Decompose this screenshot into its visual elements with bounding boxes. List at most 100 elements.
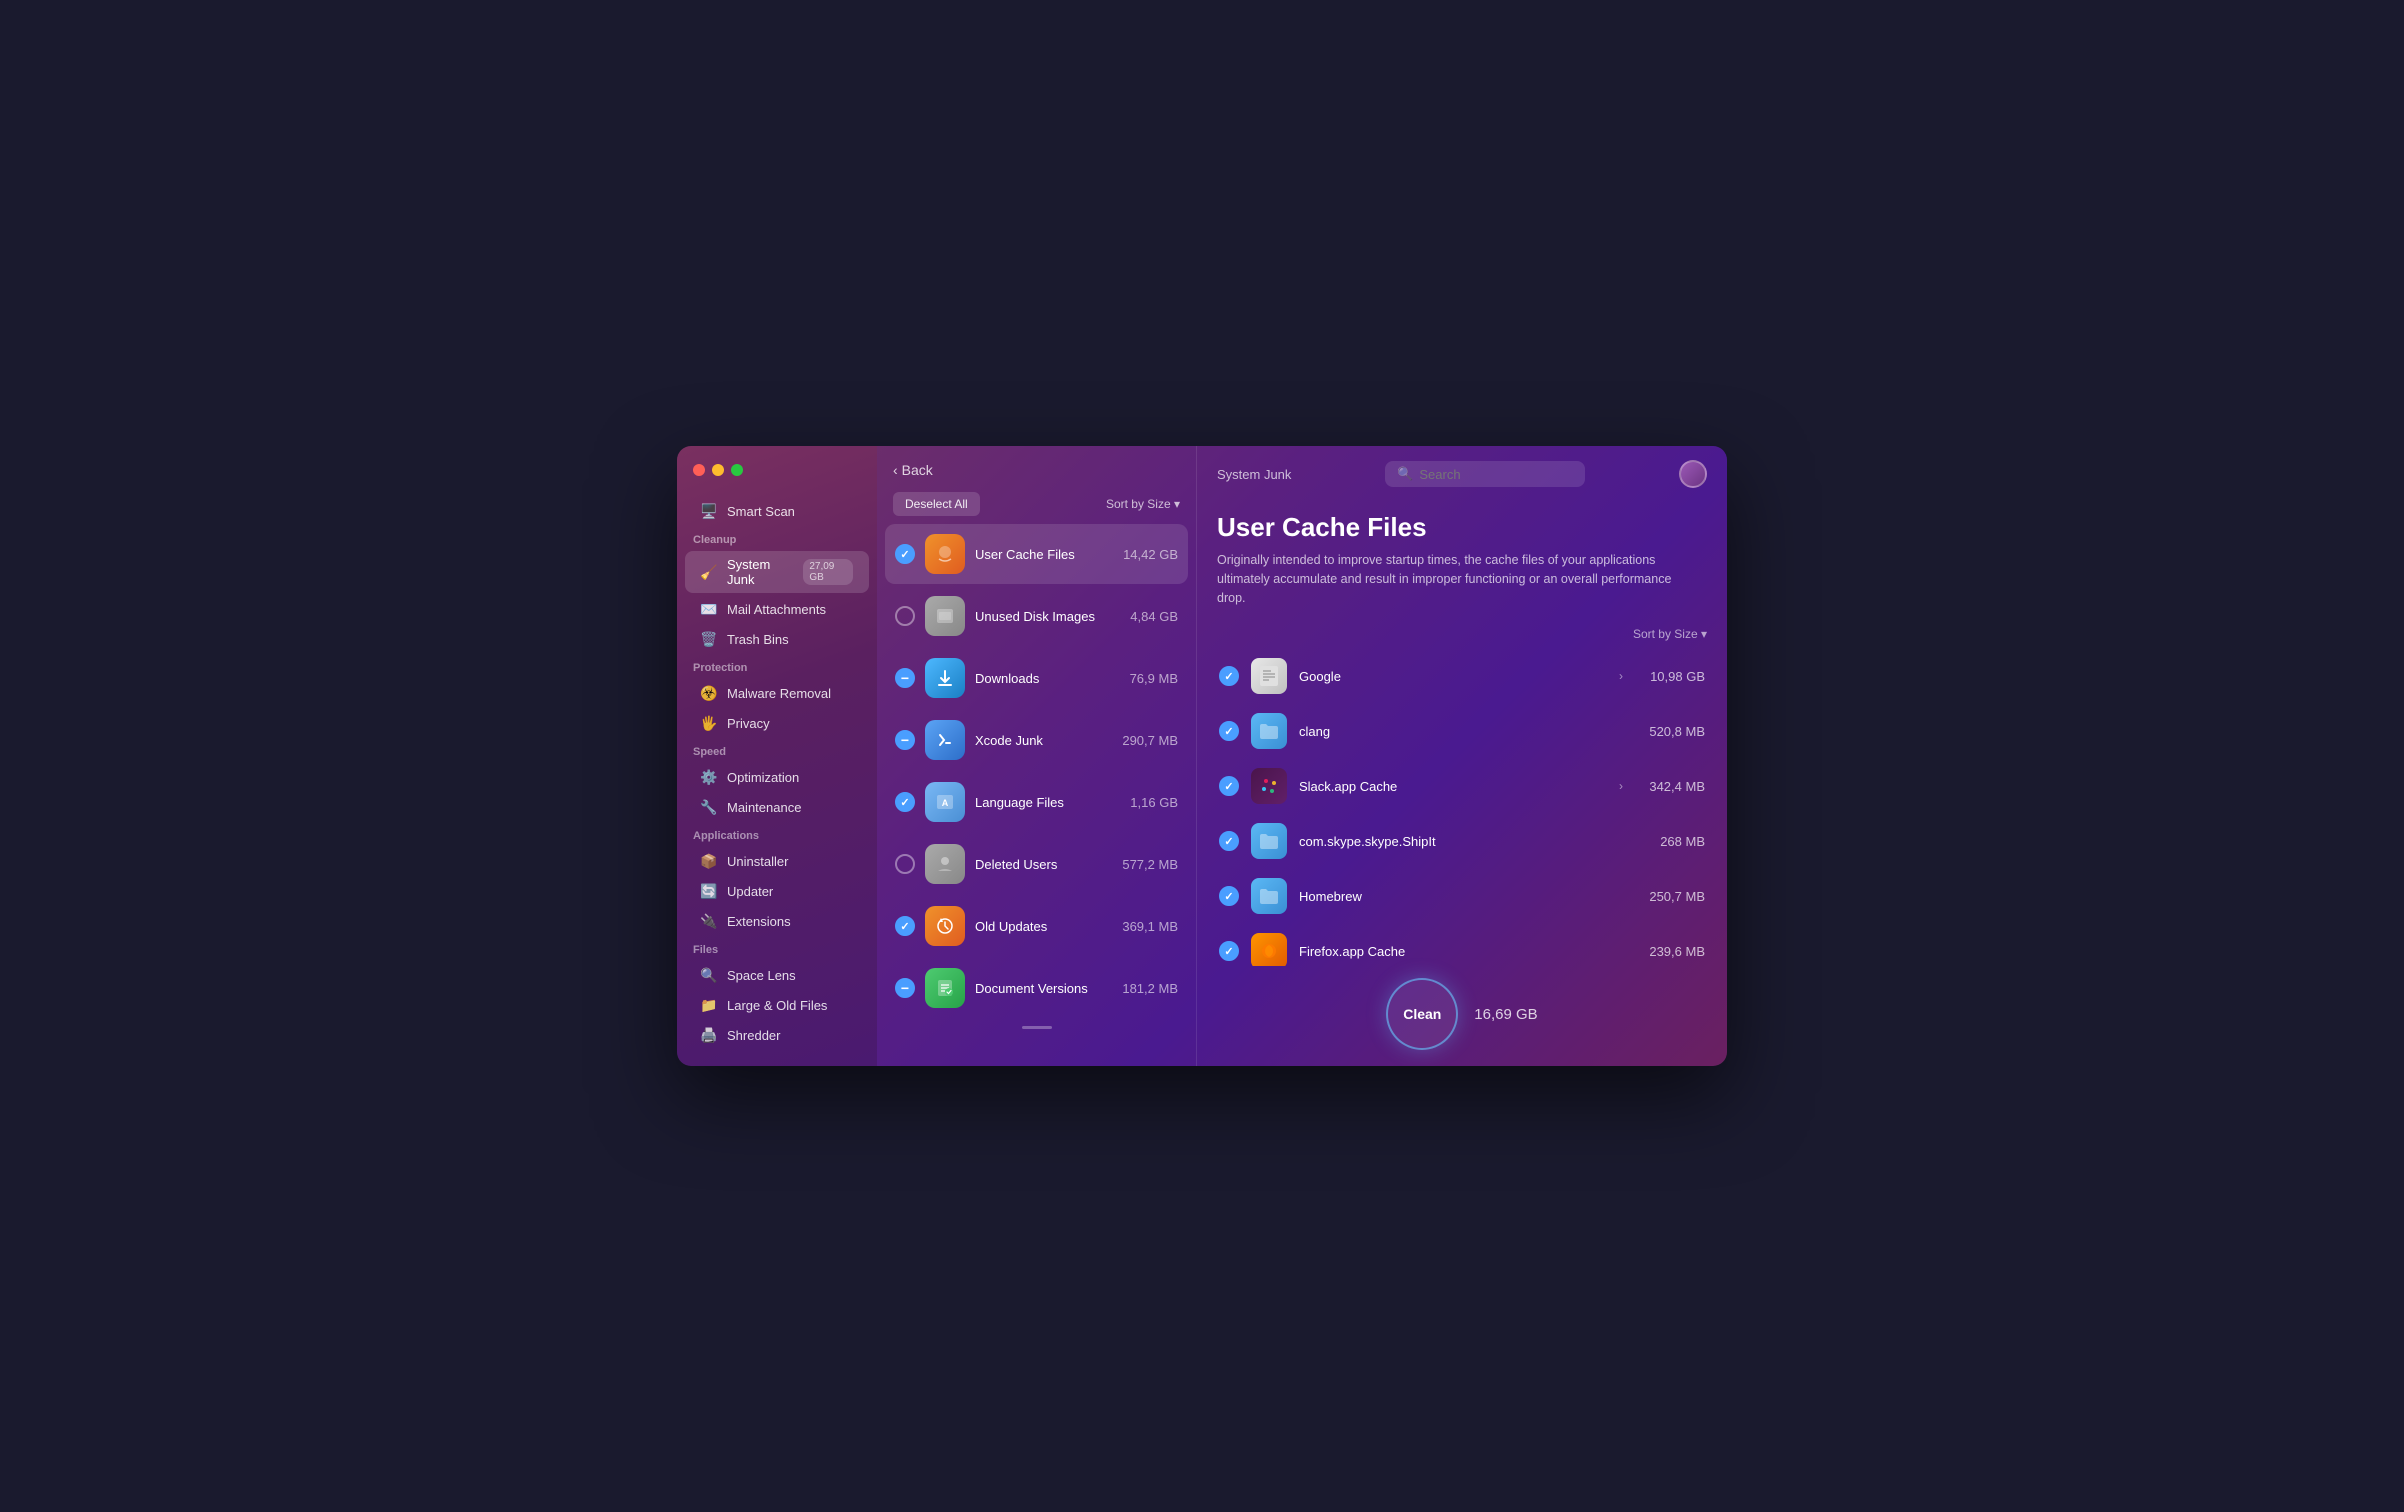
middle-sort-button[interactable]: Sort by Size ▾ <box>1106 497 1180 511</box>
chevron-icon: › <box>1619 669 1623 683</box>
list-item[interactable]: Firefox.app Cache 239,6 MB <box>1209 924 1715 966</box>
middle-panel-header: ‹ Back <box>877 446 1196 488</box>
sidebar-item-smart-scan[interactable]: 🖥️ Smart Scan <box>685 497 869 525</box>
list-item[interactable]: Deleted Users 577,2 MB <box>885 834 1188 894</box>
disk-icon <box>925 596 965 636</box>
firefox-icon <box>1251 933 1287 966</box>
list-item[interactable]: clang 520,8 MB <box>1209 704 1715 758</box>
back-button[interactable]: ‹ Back <box>893 462 933 478</box>
main-content: ‹ Back Deselect All Sort by Size ▾ <box>877 446 1727 1066</box>
right-sort-row: Sort by Size ▾ <box>1197 623 1727 649</box>
checkbox-downloads[interactable] <box>895 668 915 688</box>
downloads-icon <box>925 658 965 698</box>
sidebar-section-speed: Speed <box>677 738 877 762</box>
list-item[interactable]: User Cache Files 14,42 GB <box>885 524 1188 584</box>
checkbox-clang[interactable] <box>1219 721 1239 741</box>
sidebar-item-label: Updater <box>727 884 773 899</box>
sidebar-item-space-lens[interactable]: 🔍 Space Lens <box>685 961 869 989</box>
search-input[interactable] <box>1419 467 1573 482</box>
back-chevron-icon: ‹ <box>893 462 898 478</box>
checkbox-old-updates[interactable] <box>895 916 915 936</box>
clean-button[interactable]: Clean <box>1386 978 1458 1050</box>
right-item-name: clang <box>1299 724 1623 739</box>
list-item[interactable]: Old Updates 369,1 MB <box>885 896 1188 956</box>
checkbox-document-versions[interactable] <box>895 978 915 998</box>
optimization-icon: ⚙️ <box>701 769 717 785</box>
large-files-icon: 📁 <box>701 997 717 1013</box>
sidebar-item-uninstaller[interactable]: 📦 Uninstaller <box>685 847 869 875</box>
list-item-name: Language Files <box>975 795 1120 810</box>
list-item[interactable]: Document Versions 181,2 MB <box>885 958 1188 1018</box>
list-item-size: 1,16 GB <box>1130 795 1178 810</box>
list-item-name: Xcode Junk <box>975 733 1112 748</box>
list-item[interactable]: Slack.app Cache › 342,4 MB <box>1209 759 1715 813</box>
list-item[interactable]: Google › 10,98 GB <box>1209 649 1715 703</box>
sidebar-item-optimization[interactable]: ⚙️ Optimization <box>685 763 869 791</box>
list-item-name: Document Versions <box>975 981 1112 996</box>
right-item-size: 250,7 MB <box>1635 889 1705 904</box>
sidebar-item-label: Extensions <box>727 914 791 929</box>
right-item-size: 268 MB <box>1635 834 1705 849</box>
list-item[interactable]: Unused Disk Images 4,84 GB <box>885 586 1188 646</box>
content-title: User Cache Files <box>1217 512 1707 543</box>
checkbox-google[interactable] <box>1219 666 1239 686</box>
system-junk-icon: 🧹 <box>701 564 717 580</box>
chevron-icon: › <box>1619 779 1623 793</box>
checkbox-firefox[interactable] <box>1219 941 1239 961</box>
sidebar-item-malware-removal[interactable]: ☣️ Malware Removal <box>685 679 869 707</box>
list-item[interactable]: Homebrew 250,7 MB <box>1209 869 1715 923</box>
sidebar-item-label: Trash Bins <box>727 632 789 647</box>
checkbox-unused-disk[interactable] <box>895 606 915 626</box>
right-list: Google › 10,98 GB clang 520,8 MB <box>1197 649 1727 966</box>
sidebar-item-large-old-files[interactable]: 📁 Large & Old Files <box>685 991 869 1019</box>
user-cache-icon <box>925 534 965 574</box>
sidebar-item-shredder[interactable]: 🖨️ Shredder <box>685 1021 869 1049</box>
list-item-size: 181,2 MB <box>1122 981 1178 996</box>
deselect-all-button[interactable]: Deselect All <box>893 492 980 516</box>
fullscreen-button[interactable] <box>731 464 743 476</box>
list-item[interactable]: Downloads 76,9 MB <box>885 648 1188 708</box>
sidebar-item-extensions[interactable]: 🔌 Extensions <box>685 907 869 935</box>
sidebar-item-mail-attachments[interactable]: ✉️ Mail Attachments <box>685 595 869 623</box>
avatar[interactable] <box>1679 460 1707 488</box>
sidebar-section-files: Files <box>677 936 877 960</box>
updater-icon: 🔄 <box>701 883 717 899</box>
checkbox-slack-cache[interactable] <box>1219 776 1239 796</box>
list-item[interactable]: Xcode Junk 290,7 MB <box>885 710 1188 770</box>
checkbox-language[interactable] <box>895 792 915 812</box>
search-bar[interactable]: 🔍 <box>1385 461 1585 487</box>
sidebar-item-updater[interactable]: 🔄 Updater <box>685 877 869 905</box>
checkbox-xcode[interactable] <box>895 730 915 750</box>
traffic-lights <box>693 464 743 476</box>
space-lens-icon: 🔍 <box>701 967 717 983</box>
list-item-name: Unused Disk Images <box>975 609 1120 624</box>
clean-bar: Clean 16,69 GB <box>1197 966 1727 1066</box>
sidebar-item-maintenance[interactable]: 🔧 Maintenance <box>685 793 869 821</box>
sidebar-item-trash-bins[interactable]: 🗑️ Trash Bins <box>685 625 869 653</box>
list-item-size: 14,42 GB <box>1123 547 1178 562</box>
mail-icon: ✉️ <box>701 601 717 617</box>
clean-size: 16,69 GB <box>1474 1006 1537 1023</box>
sidebar-item-label: Large & Old Files <box>727 998 827 1013</box>
sidebar-item-label: System Junk <box>727 557 793 587</box>
sidebar-item-label: Privacy <box>727 716 770 731</box>
sidebar-item-system-junk[interactable]: 🧹 System Junk 27,09 GB <box>685 551 869 593</box>
checkbox-homebrew[interactable] <box>1219 886 1239 906</box>
deleted-users-icon <box>925 844 965 884</box>
checkbox-skype[interactable] <box>1219 831 1239 851</box>
sidebar-item-label: Optimization <box>727 770 799 785</box>
checkbox-deleted-users[interactable] <box>895 854 915 874</box>
checkbox-user-cache[interactable] <box>895 544 915 564</box>
list-item[interactable]: com.skype.skype.ShipIt 268 MB <box>1209 814 1715 868</box>
right-item-name: Slack.app Cache <box>1299 779 1607 794</box>
close-button[interactable] <box>693 464 705 476</box>
shredder-icon: 🖨️ <box>701 1027 717 1043</box>
content-header: User Cache Files Originally intended to … <box>1197 502 1727 623</box>
right-sort-button[interactable]: Sort by Size ▾ <box>1633 627 1707 641</box>
sidebar-item-privacy[interactable]: 🖐️ Privacy <box>685 709 869 737</box>
list-item[interactable]: A Language Files 1,16 GB <box>885 772 1188 832</box>
minimize-button[interactable] <box>712 464 724 476</box>
sidebar-item-label: Maintenance <box>727 800 801 815</box>
back-label: Back <box>902 462 933 478</box>
sidebar-item-label: Mail Attachments <box>727 602 826 617</box>
